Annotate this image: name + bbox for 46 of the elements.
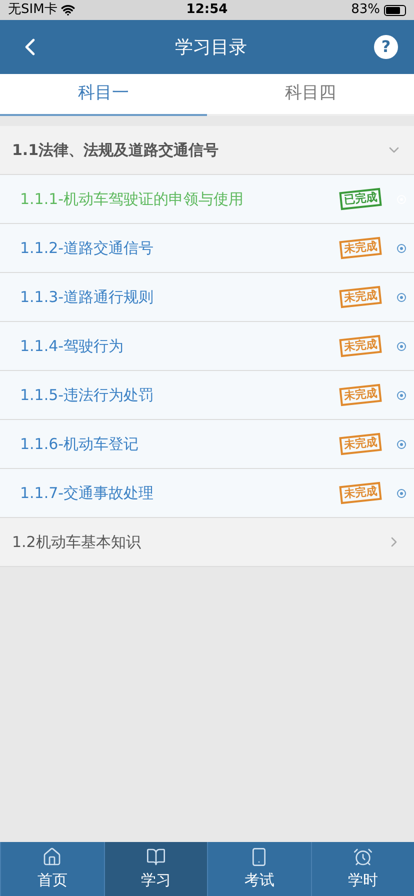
lesson-title: 1.1.3-道路通行规则 <box>20 286 155 308</box>
radio-dot-icon <box>397 488 406 498</box>
radio-dot-icon <box>397 440 406 448</box>
status-stamp: 未完成 <box>339 334 382 358</box>
wifi-icon <box>61 3 76 17</box>
status-stamp: 未完成 <box>339 286 382 308</box>
radio-dot-icon <box>397 342 406 350</box>
book-icon <box>146 846 166 867</box>
lesson-row[interactable]: 1.1.2-道路交通信号 未完成 <box>0 224 414 273</box>
subject-tab[interactable]: 科目四 <box>207 74 414 116</box>
lesson-title: 1.1.4-驾驶行为 <box>20 336 125 357</box>
lesson-row[interactable]: 1.1.6-机动车登记 未完成 <box>0 420 414 469</box>
lesson-title: 1.1.6-机动车登记 <box>20 434 140 455</box>
section-title: 1.2机动车基本知识 <box>12 532 141 553</box>
status-stamp: 未完成 <box>339 432 382 456</box>
battery-icon <box>384 4 406 16</box>
status-stamp: 已完成 <box>339 188 382 210</box>
status-stamp: 未完成 <box>339 384 382 406</box>
page-title: 学习目录 <box>175 36 247 60</box>
lesson-title: 1.1.1-机动车驾驶证的申领与使用 <box>20 188 245 210</box>
nav-tab[interactable]: 考试 <box>207 842 310 896</box>
lesson-title: 1.1.2-道路交通信号 <box>20 238 155 259</box>
section-header[interactable]: 1.2机动车基本知识 <box>0 518 414 567</box>
help-button[interactable]: ? <box>374 35 398 59</box>
carrier-text: 无SIM卡 <box>8 1 58 20</box>
lesson-row[interactable]: 1.1.1-机动车驾驶证的申领与使用 已完成 <box>0 175 414 224</box>
section-title: 1.1法律、法规及道路交通信号 <box>12 140 219 161</box>
status-stamp: 未完成 <box>339 236 382 260</box>
alarm-clock-icon <box>352 846 373 867</box>
clock-text: 12:54 <box>186 1 228 20</box>
nav-tab[interactable]: 学习 <box>104 842 207 896</box>
lesson-title: 1.1.5-违法行为处罚 <box>20 384 155 406</box>
radio-dot-icon <box>397 292 406 302</box>
home-icon <box>42 846 62 867</box>
subject-tab[interactable]: 科目一 <box>0 74 207 116</box>
radio-dot-icon <box>397 390 406 400</box>
lesson-row[interactable]: 1.1.4-驾驶行为 未完成 <box>0 322 414 371</box>
status-stamp: 未完成 <box>339 482 382 504</box>
battery-text: 83% <box>351 1 380 20</box>
lesson-title: 1.1.7-交通事故处理 <box>20 482 155 504</box>
lesson-row[interactable]: 1.1.3-道路通行规则 未完成 <box>0 273 414 322</box>
lesson-row[interactable]: 1.1.5-违法行为处罚 未完成 <box>0 371 414 420</box>
radio-dot-icon <box>397 244 406 252</box>
lesson-row[interactable]: 1.1.7-交通事故处理 未完成 <box>0 469 414 518</box>
nav-tab[interactable]: 学时 <box>310 842 414 896</box>
section-header[interactable]: 1.1法律、法规及道路交通信号 <box>0 126 414 175</box>
